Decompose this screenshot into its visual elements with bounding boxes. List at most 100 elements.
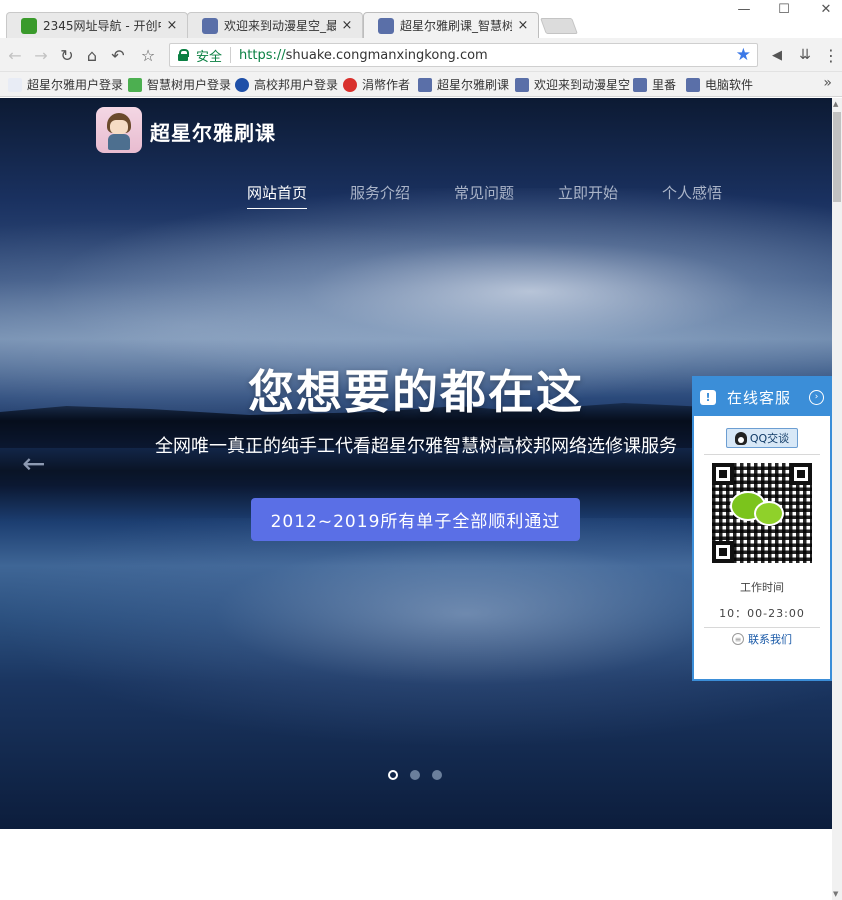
bookmark-favicon-icon <box>128 77 142 92</box>
tab-2345[interactable]: 2345网址导航 - 开创中国 × <box>6 12 188 38</box>
scroll-up-icon[interactable]: ▲ <box>833 100 838 108</box>
bookmark-label: 超星尔雅用户登录 <box>27 78 124 92</box>
browser-toolbar: ← → ↻ ⌂ ↶ ☆ 安全 https://shuake.congmanxin… <box>0 38 842 72</box>
service-header[interactable]: ! 在线客服 › <box>694 378 830 416</box>
undo-icon[interactable]: ↶ <box>107 44 129 66</box>
bookmark-item[interactable]: 超星尔雅用户登录 <box>8 76 123 93</box>
carousel-dot[interactable] <box>410 770 420 780</box>
bookmarks-bar: 超星尔雅用户登录 智慧树用户登录 高校邦用户登录 涓幣作者 超星尔雅刷课 欢迎来… <box>0 72 842 97</box>
bookmark-item[interactable]: 欢迎来到动漫星空 <box>515 76 630 93</box>
scroll-thumb[interactable] <box>833 112 841 202</box>
logo-body <box>108 134 130 150</box>
bookmark-label: 涓幣作者 <box>362 78 411 92</box>
bookmark-item[interactable]: 超星尔雅刷课 <box>418 76 509 93</box>
bookmark-favicon-icon <box>633 77 647 92</box>
weibo-favicon-icon <box>343 77 357 92</box>
bookmark-favicon-icon <box>418 77 432 92</box>
contact-icon: ≡ <box>732 633 744 645</box>
lock-icon <box>178 49 189 61</box>
url-text[interactable]: https://shuake.congmanxingkong.com <box>239 48 488 63</box>
address-bar[interactable]: 安全 https://shuake.congmanxingkong.com ★ <box>169 43 758 67</box>
tab-shuake[interactable]: 超星尔雅刷课_智慧树代看 × <box>363 12 539 38</box>
chevron-right-icon[interactable]: › <box>809 389 824 405</box>
new-tab-button[interactable] <box>540 18 578 34</box>
bookmark-item[interactable]: 里番 <box>633 76 676 93</box>
home-icon[interactable]: ⌂ <box>81 44 103 66</box>
secure-label: 安全 <box>196 49 223 65</box>
contact-us-link[interactable]: ≡ 联系我们 <box>694 631 830 647</box>
nav-start[interactable]: 立即开始 <box>558 182 618 203</box>
reload-icon[interactable]: ↻ <box>56 44 78 66</box>
page-scrollbar[interactable]: ▲ ▼ <box>832 98 842 900</box>
forward-icon[interactable]: → <box>30 44 52 66</box>
scroll-down-icon[interactable]: ▼ <box>833 890 838 898</box>
back-icon[interactable]: ← <box>4 44 26 66</box>
url-host: shuake.congmanxingkong.com <box>285 47 488 63</box>
bookmark-page-icon[interactable]: ★ <box>736 45 751 65</box>
nav-services[interactable]: 服务介绍 <box>350 182 410 203</box>
work-hours-label: 工作时间 <box>740 581 784 594</box>
url-protocol: https:// <box>239 47 286 63</box>
download-icon[interactable]: ⇊ <box>794 44 816 66</box>
nav-faq[interactable]: 常见问题 <box>454 182 514 203</box>
work-hours: 10：00-23:00 <box>719 607 805 620</box>
qr-finder <box>712 463 734 485</box>
bookmark-favicon-icon <box>8 77 22 92</box>
bookmark-item[interactable]: 智慧树用户登录 <box>128 76 231 93</box>
bookmark-label: 高校邦用户登录 <box>254 78 339 92</box>
close-tab-icon[interactable]: × <box>340 18 354 33</box>
speaker-icon[interactable]: ◀ <box>766 44 788 66</box>
online-service-widget: ! 在线客服 › QQ交谈 工作时间 10：00-23:00 ≡ 联系我们 <box>692 376 832 681</box>
tab-strip: 2345网址导航 - 开创中国 × 欢迎来到动漫星空_最美 × 超星尔雅刷课_智… <box>0 0 842 38</box>
close-tab-icon[interactable]: × <box>516 18 530 33</box>
bookmark-label: 超星尔雅刷课 <box>437 78 510 92</box>
site-logo[interactable] <box>96 107 142 153</box>
bookmark-label: 智慧树用户登录 <box>147 78 232 92</box>
divider <box>704 454 820 455</box>
chat-alert-icon: ! <box>700 389 716 405</box>
close-window-icon[interactable]: ✕ <box>815 2 837 17</box>
bookmark-item[interactable]: 电脑软件 <box>686 76 753 93</box>
close-tab-icon[interactable]: × <box>165 18 179 33</box>
address-divider <box>230 47 232 63</box>
menu-icon[interactable]: ⋮ <box>820 44 842 66</box>
bookmark-label: 欢迎来到动漫星空 <box>534 78 631 92</box>
carousel-dot[interactable] <box>432 770 442 780</box>
service-title: 在线客服 <box>727 388 792 407</box>
tab-title: 欢迎来到动漫星空_最美 <box>224 19 336 33</box>
carousel-dot[interactable] <box>388 770 398 780</box>
tab-title: 2345网址导航 - 开创中国 <box>43 19 161 33</box>
bookmark-item[interactable]: 涓幣作者 <box>343 76 410 93</box>
bookmark-item[interactable]: 高校邦用户登录 <box>235 76 338 93</box>
contact-label: 联系我们 <box>748 633 792 646</box>
qr-finder <box>790 463 812 485</box>
logo-face <box>110 120 128 134</box>
carousel-prev-icon[interactable]: ← <box>22 447 45 480</box>
site-name[interactable]: 超星尔雅刷课 <box>150 117 276 146</box>
qr-finder <box>712 541 734 563</box>
tab-title: 超星尔雅刷课_智慧树代看 <box>400 19 512 33</box>
page-viewport: 超星尔雅刷课 网站首页 服务介绍 常见问题 立即开始 个人感悟 您想要的都在这 … <box>0 98 842 900</box>
shuake-favicon-icon <box>378 17 394 34</box>
wechat-icon <box>730 491 790 529</box>
minimize-icon[interactable]: — <box>733 2 755 17</box>
cta-button[interactable]: 2012~2019所有单子全部顺利通过 <box>251 498 580 541</box>
qq-chat-button[interactable]: QQ交谈 <box>726 428 798 448</box>
bookmark-favicon-icon <box>686 77 700 92</box>
bookmark-label: 电脑软件 <box>705 78 754 92</box>
qq-penguin-icon <box>734 431 747 445</box>
wechat-bubble <box>754 501 784 526</box>
divider <box>704 627 820 628</box>
nav-home[interactable]: 网站首页 <box>247 182 308 209</box>
tab-dongman[interactable]: 欢迎来到动漫星空_最美 × <box>187 12 363 38</box>
2345-favicon-icon <box>21 17 37 34</box>
bookmarks-overflow-icon[interactable]: » <box>823 75 832 91</box>
carousel-dots <box>388 770 442 780</box>
maximize-icon[interactable]: ☐ <box>773 2 795 17</box>
nav-thoughts[interactable]: 个人感悟 <box>662 182 722 203</box>
dongman-favicon-icon <box>202 17 218 34</box>
bookmark-star-icon[interactable]: ☆ <box>137 44 159 66</box>
bookmark-favicon-icon <box>515 77 529 92</box>
qq-chat-label: QQ交谈 <box>749 432 790 445</box>
bookmark-favicon-icon <box>235 77 249 92</box>
